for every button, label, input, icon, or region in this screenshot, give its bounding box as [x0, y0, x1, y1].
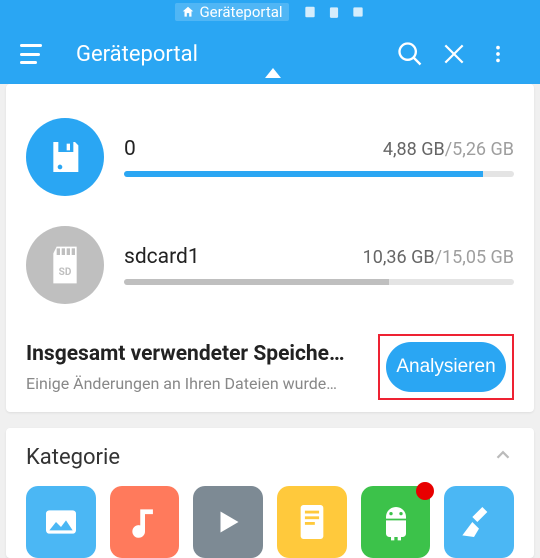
- status-bar: Geräteportal: [0, 0, 540, 24]
- overflow-button[interactable]: [476, 43, 520, 65]
- category-documents[interactable]: [277, 486, 347, 558]
- category-music[interactable]: [110, 486, 180, 558]
- image-icon: [41, 502, 81, 542]
- summary-title: Insgesamt verwendeter Speiche…: [26, 342, 368, 366]
- storage-size: 10,36 GB/15,05 GB: [363, 247, 514, 268]
- storage-size: 4,88 GB/5,26 GB: [383, 139, 514, 160]
- sdcard-icon: SD: [26, 226, 104, 304]
- analyze-highlight: Analysieren: [378, 334, 514, 400]
- category-grid: [26, 486, 514, 558]
- svg-text:SD: SD: [59, 267, 72, 278]
- battery-icon: [327, 5, 341, 19]
- category-apps[interactable]: [361, 486, 431, 558]
- status-tray: [303, 5, 365, 19]
- category-cleaner[interactable]: [444, 486, 514, 558]
- sync-icon: [351, 5, 365, 19]
- home-icon: [181, 5, 195, 19]
- category-card: Kategorie: [6, 428, 534, 558]
- storage-name: sdcard1: [124, 245, 200, 269]
- status-app-title: Geräteportal: [175, 3, 288, 21]
- storage-row-sdcard[interactable]: SD sdcard1 10,36 GB/15,05 GB: [26, 226, 514, 304]
- music-icon: [126, 503, 164, 541]
- collapse-button[interactable]: [492, 444, 514, 470]
- category-images[interactable]: [26, 486, 96, 558]
- document-icon: [295, 502, 329, 542]
- sd-icon: [303, 5, 317, 19]
- storage-bar: [124, 279, 514, 285]
- play-icon: [210, 504, 246, 540]
- storage-summary: Insgesamt verwendeter Speiche… Einige Än…: [26, 334, 514, 400]
- analyze-button[interactable]: Analysieren: [386, 342, 506, 392]
- close-icon: [441, 41, 467, 67]
- storage-name: 0: [124, 137, 136, 161]
- status-title-text: Geräteportal: [199, 3, 282, 21]
- storage-bar: [124, 171, 514, 177]
- disk-icon: [26, 118, 104, 196]
- broom-icon: [459, 502, 499, 542]
- dropdown-indicator-icon: [265, 68, 281, 78]
- category-video[interactable]: [193, 486, 263, 558]
- overflow-icon: [487, 43, 509, 65]
- summary-subtitle: Einige Änderungen an Ihren Dateien wurde…: [26, 374, 368, 393]
- close-button[interactable]: [432, 41, 476, 67]
- chevron-up-icon: [492, 444, 514, 466]
- search-icon: [396, 40, 424, 68]
- notification-badge: [416, 482, 434, 500]
- toolbar-title[interactable]: Geräteportal: [76, 42, 388, 67]
- storage-card: 0 4,88 GB/5,26 GB SD sdcard1 10,36 GB/15…: [6, 84, 534, 412]
- storage-row-internal[interactable]: 0 4,88 GB/5,26 GB: [26, 118, 514, 196]
- menu-button[interactable]: [20, 44, 48, 64]
- search-button[interactable]: [388, 40, 432, 68]
- category-title: Kategorie: [26, 445, 120, 470]
- android-icon: [376, 502, 416, 542]
